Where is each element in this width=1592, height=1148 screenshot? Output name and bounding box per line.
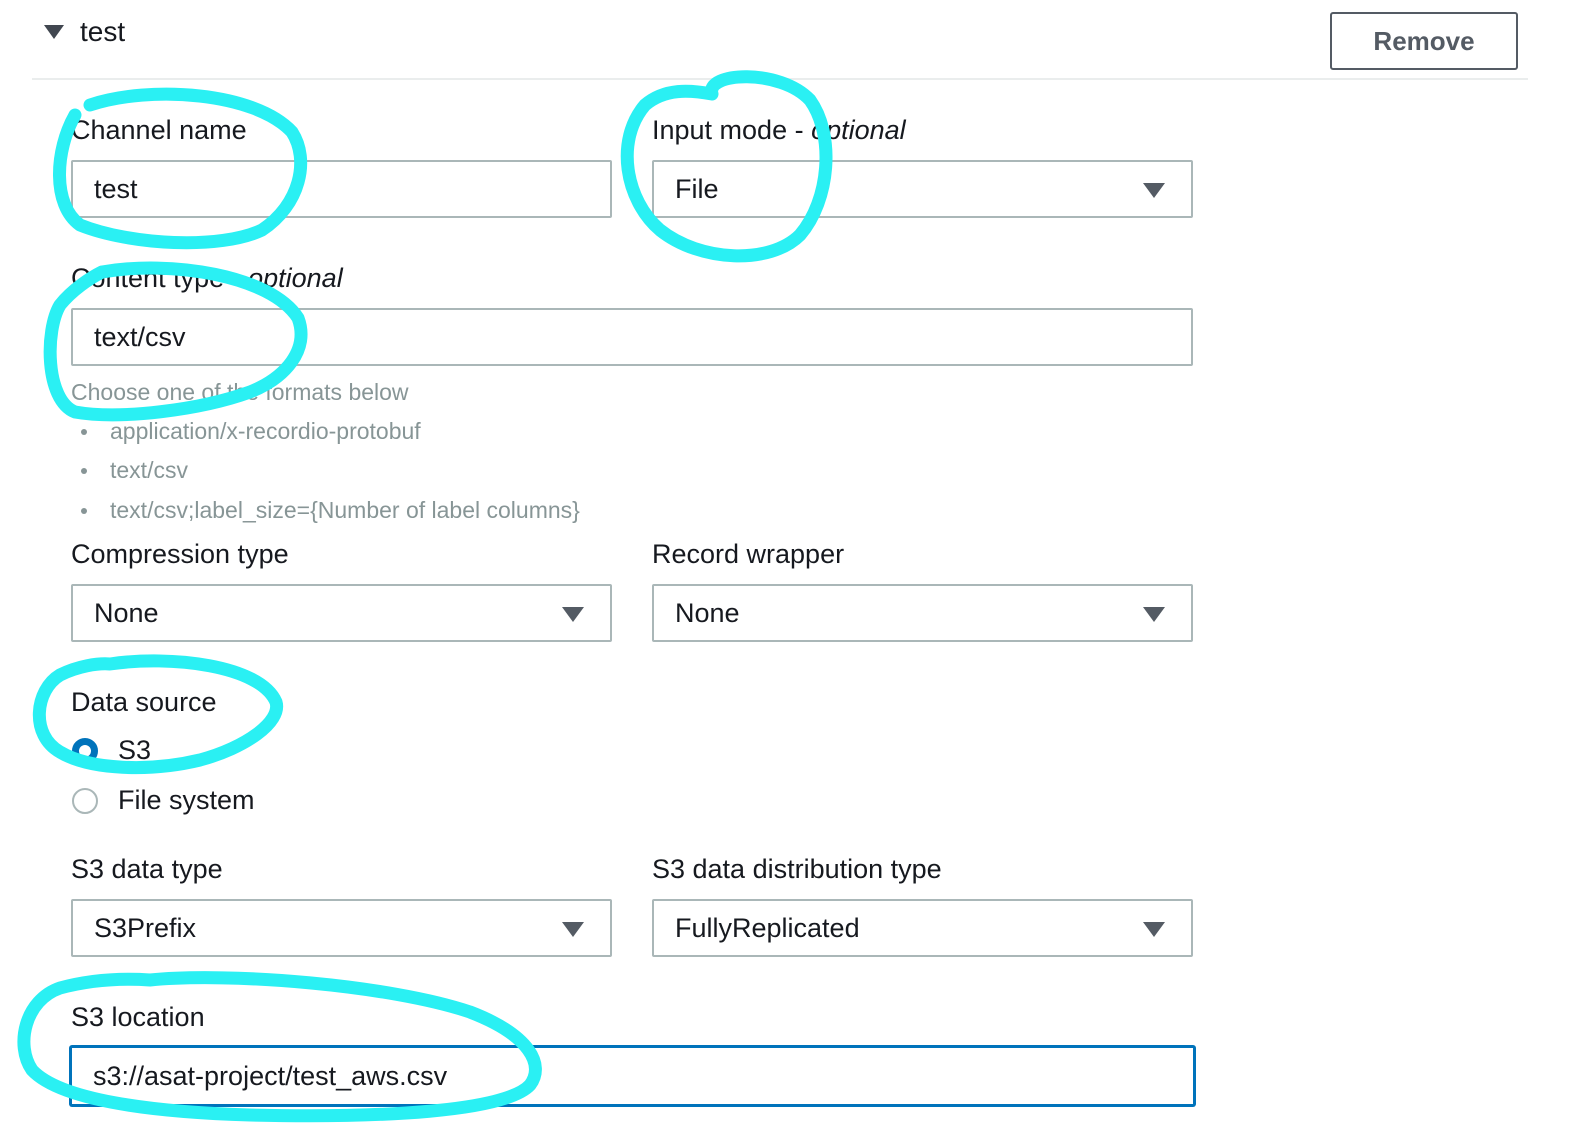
- chevron-down-icon: [562, 922, 584, 937]
- s3-data-type-label: S3 data type: [71, 854, 223, 884]
- optional-tag: optional: [811, 115, 906, 145]
- record-wrapper-label: Record wrapper: [652, 539, 845, 569]
- chevron-down-icon: [1143, 183, 1165, 198]
- bullet-icon: [81, 508, 87, 514]
- input-mode-select[interactable]: File: [652, 160, 1193, 218]
- bullet-icon: [81, 468, 87, 474]
- input-mode-label: Input mode - optional: [652, 113, 906, 147]
- input-mode-label-text: Input mode -: [652, 115, 812, 145]
- channel-name-input[interactable]: [71, 160, 612, 218]
- s3-distribution-type-value: FullyReplicated: [675, 913, 860, 943]
- radio-file-system[interactable]: [72, 788, 98, 814]
- channel-name-label: Channel name: [71, 115, 247, 145]
- record-wrapper-value: None: [675, 598, 740, 628]
- format-item: text/csv;label_size={Number of label col…: [110, 497, 580, 523]
- s3-distribution-type-select[interactable]: FullyReplicated: [652, 899, 1193, 957]
- s3-data-type-value: S3Prefix: [94, 913, 197, 943]
- compression-type-label: Compression type: [71, 539, 289, 569]
- record-wrapper-select[interactable]: None: [652, 584, 1193, 642]
- content-type-input[interactable]: [71, 308, 1193, 366]
- content-type-help: Choose one of the formats below: [71, 379, 409, 405]
- radio-file-system-label[interactable]: File system: [118, 783, 255, 817]
- s3-location-label: S3 location: [71, 1002, 205, 1032]
- chevron-down-icon: [1143, 922, 1165, 937]
- compression-type-value: None: [94, 598, 159, 628]
- s3-location-input[interactable]: [70, 1046, 1195, 1106]
- chevron-down-icon: [562, 607, 584, 622]
- section-divider: [32, 78, 1528, 80]
- remove-button[interactable]: Remove: [1330, 12, 1518, 70]
- bullet-icon: [81, 429, 87, 435]
- data-source-label: Data source: [71, 687, 217, 717]
- section-title[interactable]: test: [80, 14, 125, 50]
- radio-s3-label[interactable]: S3: [118, 733, 151, 767]
- caret-down-icon[interactable]: [44, 25, 64, 39]
- optional-tag: optional: [248, 263, 343, 293]
- input-mode-value: File: [675, 174, 719, 204]
- chevron-down-icon: [1143, 607, 1165, 622]
- radio-s3[interactable]: [72, 738, 98, 764]
- format-item: application/x-recordio-protobuf: [110, 418, 421, 444]
- content-type-label-text: Content type -: [71, 263, 249, 293]
- format-item: text/csv: [110, 457, 188, 483]
- content-type-label: Content type - optional: [71, 261, 343, 295]
- s3-data-type-select[interactable]: S3Prefix: [71, 899, 612, 957]
- compression-type-select[interactable]: None: [71, 584, 612, 642]
- s3-distribution-type-label: S3 data distribution type: [652, 854, 942, 884]
